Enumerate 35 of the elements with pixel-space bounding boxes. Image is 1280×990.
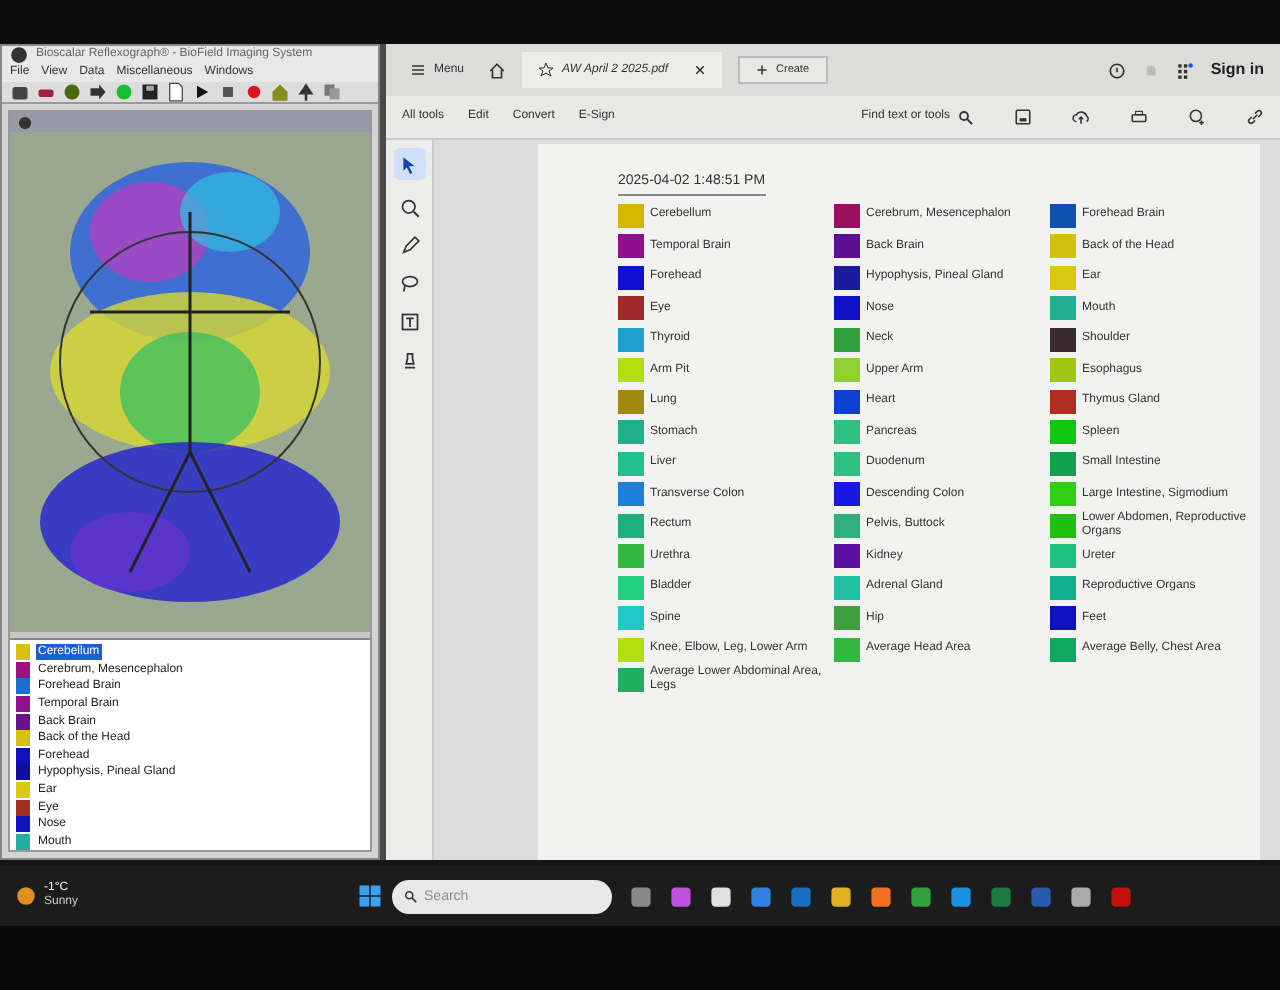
save-icon[interactable] <box>140 82 160 102</box>
app-icon[interactable] <box>1070 885 1093 907</box>
windows-icon[interactable] <box>358 884 383 908</box>
save-icon[interactable] <box>1014 108 1032 126</box>
lasso-icon[interactable] <box>399 274 419 294</box>
sign-in-button[interactable]: Sign in <box>1210 58 1264 82</box>
search-icon <box>958 109 974 125</box>
search-icon <box>404 889 419 903</box>
app-icon <box>18 115 32 129</box>
sun-icon <box>16 886 36 906</box>
arrow-icon[interactable] <box>88 82 108 102</box>
search-plus-icon[interactable] <box>1188 108 1206 126</box>
menu-icon <box>410 62 426 78</box>
print-icon[interactable] <box>1130 108 1148 126</box>
zoom-icon[interactable] <box>399 198 419 218</box>
link-icon[interactable] <box>1246 108 1264 126</box>
star-icon <box>538 62 555 78</box>
app-icon[interactable] <box>710 885 733 907</box>
app-icon[interactable] <box>830 885 853 907</box>
apps-icon[interactable] <box>1176 61 1195 79</box>
record-icon[interactable] <box>244 82 264 102</box>
close-icon[interactable] <box>694 64 707 76</box>
pen-icon[interactable] <box>399 236 419 256</box>
circle-icon[interactable] <box>62 82 82 102</box>
upload-icon[interactable] <box>1072 108 1090 126</box>
select-tool-button[interactable] <box>393 148 425 180</box>
help-icon[interactable] <box>1108 61 1127 79</box>
stamp-icon[interactable] <box>399 350 419 370</box>
app-icon <box>10 46 28 64</box>
plus-icon <box>756 64 769 76</box>
text-box-icon[interactable] <box>399 312 419 332</box>
stop-icon[interactable] <box>218 82 238 102</box>
app-icon[interactable] <box>870 885 893 907</box>
cursor-icon <box>400 155 418 173</box>
home-icon[interactable] <box>488 61 507 79</box>
